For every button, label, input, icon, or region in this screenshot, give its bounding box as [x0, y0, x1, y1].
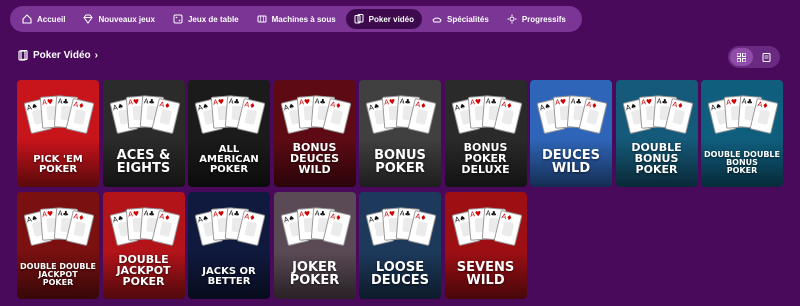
nav-item-spécialités[interactable]: Spécialités	[424, 9, 497, 29]
game-tile[interactable]: A♠ A♥ A♣ A♦ JACKS OR BETTER	[188, 192, 270, 299]
game-title: ALL AMERICAN POKER	[199, 144, 259, 175]
game-art: A♠ A♥ A♣ A♦	[274, 86, 356, 146]
game-tile[interactable]: A♠ A♥ A♣ A♦ LOOSE DEUCES	[359, 192, 441, 299]
game-title: BONUS POKER DELUXE	[461, 141, 510, 176]
game-art: A♠ A♥ A♣ A♦	[616, 86, 698, 146]
game-art: A♠ A♥ A♣ A♦	[188, 198, 270, 258]
game-tile[interactable]: A♠ A♥ A♣ A♦ JOKER POKER	[273, 192, 356, 299]
nav-item-label: Poker vidéo	[368, 14, 415, 24]
game-art: A♠ A♥ A♣ A♦	[188, 86, 270, 146]
game-art: A♠ A♥ A♣ A♦	[103, 86, 185, 146]
game-tile[interactable]: A♠ A♥ A♣ A♦ SEVENS WILD	[444, 192, 527, 299]
grid-icon	[737, 52, 746, 62]
view-toggle	[728, 46, 780, 68]
game-title: BONUS POKER	[374, 148, 426, 176]
list-view-button[interactable]	[755, 48, 778, 66]
game-tile[interactable]: A♠ A♥ A♣ A♦ DEUCES WILD	[530, 80, 612, 187]
sparkle-icon	[507, 14, 517, 24]
home-icon	[22, 14, 32, 24]
game-title: BONUS DEUCES WILD	[289, 141, 340, 176]
diamond-icon	[83, 14, 94, 24]
cards-icon	[354, 14, 364, 24]
game-title: LOOSE DEUCES	[370, 260, 429, 288]
game-tile[interactable]: A♠ A♥ A♣ A♦ ALL AMERICAN POKER	[188, 80, 270, 187]
game-title: SEVENS WILD	[456, 260, 515, 288]
main-nav: Accueil Nouveaux jeux Jeux de table Machine…	[10, 6, 582, 32]
game-tile[interactable]: A♠ A♥ A♣ A♦ BONUS DEUCES WILD	[273, 80, 356, 187]
game-tile[interactable]: A♠ A♥ A♣ A♦ DOUBLE DOUBLE JACKPOT POKER	[17, 192, 99, 299]
game-art: A♠ A♥ A♣ A♦	[359, 198, 441, 258]
game-art: A♠ A♥ A♣ A♦	[445, 198, 527, 258]
game-art: A♠ A♥ A♣ A♦	[530, 86, 612, 146]
game-art: A♠ A♥ A♣ A♦	[445, 86, 527, 146]
game-art: A♠ A♥ A♣ A♦	[701, 86, 783, 146]
dice-icon	[173, 14, 183, 24]
game-title: JOKER POKER	[289, 260, 340, 288]
game-tile[interactable]: A♠ A♥ A♣ A♦ PICK 'EM POKER	[17, 80, 99, 187]
game-title: DOUBLE DOUBLE BONUS POKER	[704, 150, 780, 175]
game-tile[interactable]: A♠ A♥ A♣ A♦ BONUS POKER DELUXE	[444, 80, 527, 187]
nav-item-progressifs[interactable]: Progressifs	[499, 9, 574, 29]
game-tile[interactable]: A♠ A♥ A♣ A♦ BONUS POKER	[359, 80, 441, 187]
game-title: DOUBLE DOUBLE JACKPOT POKER	[20, 262, 96, 287]
game-title: DOUBLE JACKPOT POKER	[116, 253, 171, 288]
nav-item-label: Accueil	[37, 14, 66, 24]
nav-item-label: Machines à sous	[271, 14, 336, 24]
grid-view-button[interactable]	[730, 48, 753, 66]
game-art: A♠ A♥ A♣ A♦	[359, 86, 441, 146]
nav-item-jeux-de-table[interactable]: Jeux de table	[165, 9, 247, 29]
game-tile[interactable]: A♠ A♥ A♣ A♦ DOUBLE BONUS POKER	[615, 80, 698, 187]
list-icon	[762, 52, 771, 62]
game-tile[interactable]: A♠ A♥ A♣ A♦ ACES & EIGHTS	[102, 80, 185, 187]
game-tile[interactable]: A♠ A♥ A♣ A♦ DOUBLE JACKPOT POKER	[102, 192, 185, 299]
game-title: DOUBLE BONUS POKER	[631, 141, 682, 176]
game-tile[interactable]: A♠ A♥ A♣ A♦ DOUBLE DOUBLE BONUS POKER	[701, 80, 783, 187]
game-art: A♠ A♥ A♣ A♦	[103, 198, 185, 258]
game-art: A♠ A♥ A♣ A♦	[17, 86, 99, 146]
cards-icon	[18, 50, 28, 61]
game-art: A♠ A♥ A♣ A♦	[274, 198, 356, 258]
nav-item-accueil[interactable]: Accueil	[14, 9, 73, 29]
nav-item-nouveaux-jeux[interactable]: Nouveaux jeux	[75, 9, 162, 29]
section-title-label: Poker Vidéo	[33, 50, 91, 61]
section-title[interactable]: Poker Vidéo ›	[18, 50, 98, 61]
game-art: A♠ A♥ A♣ A♦	[17, 198, 99, 258]
slot-icon	[257, 14, 267, 24]
game-title: PICK 'EM POKER	[33, 154, 83, 175]
ticket-icon	[432, 14, 442, 24]
nav-item-poker-vidéo[interactable]: Poker vidéo	[345, 9, 423, 29]
nav-item-label: Progressifs	[521, 14, 566, 24]
game-title: JACKS OR BETTER	[202, 266, 256, 287]
nav-item-machines-à-sous[interactable]: Machines à sous	[249, 9, 344, 29]
game-title: ACES & EIGHTS	[116, 148, 171, 176]
chevron-right-icon: ›	[94, 50, 98, 61]
nav-item-label: Jeux de table	[187, 14, 239, 24]
nav-item-label: Nouveaux jeux	[98, 14, 155, 24]
game-title: DEUCES WILD	[541, 148, 600, 176]
nav-item-label: Spécialités	[447, 14, 489, 24]
